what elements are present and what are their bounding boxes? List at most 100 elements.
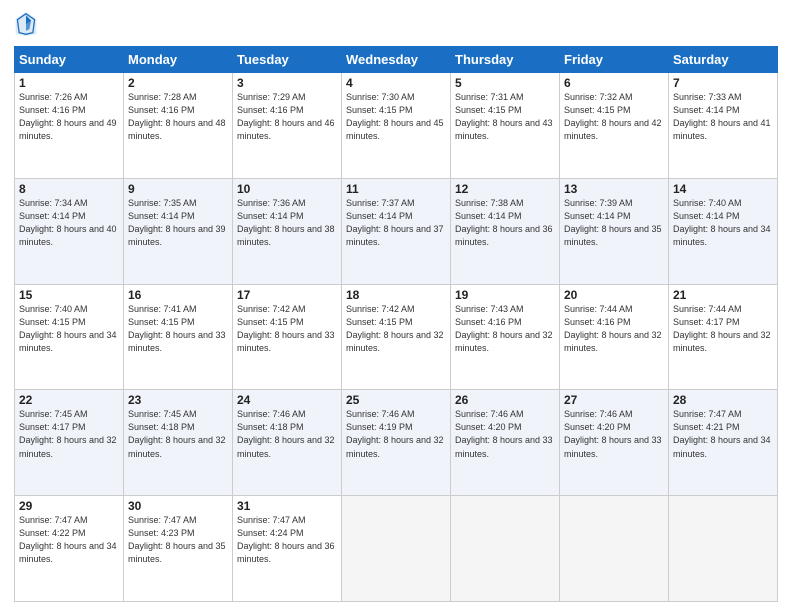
calendar-week-row: 15Sunrise: 7:40 AMSunset: 4:15 PMDayligh… <box>15 284 778 390</box>
calendar-cell: 8Sunrise: 7:34 AMSunset: 4:14 PMDaylight… <box>15 178 124 284</box>
calendar-cell: 13Sunrise: 7:39 AMSunset: 4:14 PMDayligh… <box>560 178 669 284</box>
cell-info: Sunrise: 7:32 AMSunset: 4:15 PMDaylight:… <box>564 91 664 143</box>
calendar-cell: 21Sunrise: 7:44 AMSunset: 4:17 PMDayligh… <box>669 284 778 390</box>
cell-info: Sunrise: 7:40 AMSunset: 4:15 PMDaylight:… <box>19 303 119 355</box>
calendar-cell: 30Sunrise: 7:47 AMSunset: 4:23 PMDayligh… <box>124 496 233 602</box>
calendar-cell: 6Sunrise: 7:32 AMSunset: 4:15 PMDaylight… <box>560 73 669 179</box>
col-header-wednesday: Wednesday <box>342 47 451 73</box>
cell-info: Sunrise: 7:44 AMSunset: 4:17 PMDaylight:… <box>673 303 773 355</box>
day-number: 31 <box>237 499 337 513</box>
day-number: 13 <box>564 182 664 196</box>
calendar-cell: 5Sunrise: 7:31 AMSunset: 4:15 PMDaylight… <box>451 73 560 179</box>
cell-info: Sunrise: 7:42 AMSunset: 4:15 PMDaylight:… <box>346 303 446 355</box>
header <box>14 10 778 38</box>
day-number: 25 <box>346 393 446 407</box>
day-number: 26 <box>455 393 555 407</box>
cell-info: Sunrise: 7:46 AMSunset: 4:19 PMDaylight:… <box>346 408 446 460</box>
cell-info: Sunrise: 7:28 AMSunset: 4:16 PMDaylight:… <box>128 91 228 143</box>
day-number: 27 <box>564 393 664 407</box>
col-header-monday: Monday <box>124 47 233 73</box>
calendar-week-row: 22Sunrise: 7:45 AMSunset: 4:17 PMDayligh… <box>15 390 778 496</box>
day-number: 2 <box>128 76 228 90</box>
calendar-cell: 10Sunrise: 7:36 AMSunset: 4:14 PMDayligh… <box>233 178 342 284</box>
cell-info: Sunrise: 7:30 AMSunset: 4:15 PMDaylight:… <box>346 91 446 143</box>
calendar-cell: 19Sunrise: 7:43 AMSunset: 4:16 PMDayligh… <box>451 284 560 390</box>
calendar-cell: 14Sunrise: 7:40 AMSunset: 4:14 PMDayligh… <box>669 178 778 284</box>
cell-info: Sunrise: 7:29 AMSunset: 4:16 PMDaylight:… <box>237 91 337 143</box>
day-number: 11 <box>346 182 446 196</box>
calendar-cell: 2Sunrise: 7:28 AMSunset: 4:16 PMDaylight… <box>124 73 233 179</box>
logo <box>14 10 40 38</box>
cell-info: Sunrise: 7:33 AMSunset: 4:14 PMDaylight:… <box>673 91 773 143</box>
cell-info: Sunrise: 7:47 AMSunset: 4:24 PMDaylight:… <box>237 514 337 566</box>
day-number: 4 <box>346 76 446 90</box>
calendar-cell: 1Sunrise: 7:26 AMSunset: 4:16 PMDaylight… <box>15 73 124 179</box>
cell-info: Sunrise: 7:47 AMSunset: 4:21 PMDaylight:… <box>673 408 773 460</box>
day-number: 23 <box>128 393 228 407</box>
calendar-cell: 11Sunrise: 7:37 AMSunset: 4:14 PMDayligh… <box>342 178 451 284</box>
cell-info: Sunrise: 7:44 AMSunset: 4:16 PMDaylight:… <box>564 303 664 355</box>
day-number: 12 <box>455 182 555 196</box>
cell-info: Sunrise: 7:46 AMSunset: 4:20 PMDaylight:… <box>564 408 664 460</box>
col-header-saturday: Saturday <box>669 47 778 73</box>
day-number: 3 <box>237 76 337 90</box>
col-header-friday: Friday <box>560 47 669 73</box>
cell-info: Sunrise: 7:47 AMSunset: 4:22 PMDaylight:… <box>19 514 119 566</box>
page: SundayMondayTuesdayWednesdayThursdayFrid… <box>0 0 792 612</box>
calendar-cell: 29Sunrise: 7:47 AMSunset: 4:22 PMDayligh… <box>15 496 124 602</box>
calendar-cell: 18Sunrise: 7:42 AMSunset: 4:15 PMDayligh… <box>342 284 451 390</box>
day-number: 19 <box>455 288 555 302</box>
calendar-week-row: 1Sunrise: 7:26 AMSunset: 4:16 PMDaylight… <box>15 73 778 179</box>
day-number: 5 <box>455 76 555 90</box>
day-number: 20 <box>564 288 664 302</box>
cell-info: Sunrise: 7:26 AMSunset: 4:16 PMDaylight:… <box>19 91 119 143</box>
day-number: 7 <box>673 76 773 90</box>
cell-info: Sunrise: 7:34 AMSunset: 4:14 PMDaylight:… <box>19 197 119 249</box>
calendar-week-row: 8Sunrise: 7:34 AMSunset: 4:14 PMDaylight… <box>15 178 778 284</box>
cell-info: Sunrise: 7:38 AMSunset: 4:14 PMDaylight:… <box>455 197 555 249</box>
cell-info: Sunrise: 7:45 AMSunset: 4:17 PMDaylight:… <box>19 408 119 460</box>
calendar-cell: 12Sunrise: 7:38 AMSunset: 4:14 PMDayligh… <box>451 178 560 284</box>
cell-info: Sunrise: 7:43 AMSunset: 4:16 PMDaylight:… <box>455 303 555 355</box>
calendar-cell <box>342 496 451 602</box>
cell-info: Sunrise: 7:31 AMSunset: 4:15 PMDaylight:… <box>455 91 555 143</box>
col-header-tuesday: Tuesday <box>233 47 342 73</box>
day-number: 9 <box>128 182 228 196</box>
calendar-cell: 4Sunrise: 7:30 AMSunset: 4:15 PMDaylight… <box>342 73 451 179</box>
calendar-cell: 20Sunrise: 7:44 AMSunset: 4:16 PMDayligh… <box>560 284 669 390</box>
cell-info: Sunrise: 7:46 AMSunset: 4:18 PMDaylight:… <box>237 408 337 460</box>
day-number: 22 <box>19 393 119 407</box>
day-number: 10 <box>237 182 337 196</box>
day-number: 1 <box>19 76 119 90</box>
calendar-cell <box>669 496 778 602</box>
day-number: 29 <box>19 499 119 513</box>
cell-info: Sunrise: 7:42 AMSunset: 4:15 PMDaylight:… <box>237 303 337 355</box>
logo-icon <box>14 10 38 38</box>
calendar-cell: 24Sunrise: 7:46 AMSunset: 4:18 PMDayligh… <box>233 390 342 496</box>
col-header-sunday: Sunday <box>15 47 124 73</box>
cell-info: Sunrise: 7:40 AMSunset: 4:14 PMDaylight:… <box>673 197 773 249</box>
day-number: 8 <box>19 182 119 196</box>
calendar-cell: 26Sunrise: 7:46 AMSunset: 4:20 PMDayligh… <box>451 390 560 496</box>
calendar-cell: 23Sunrise: 7:45 AMSunset: 4:18 PMDayligh… <box>124 390 233 496</box>
day-number: 21 <box>673 288 773 302</box>
cell-info: Sunrise: 7:39 AMSunset: 4:14 PMDaylight:… <box>564 197 664 249</box>
day-number: 14 <box>673 182 773 196</box>
calendar-cell: 15Sunrise: 7:40 AMSunset: 4:15 PMDayligh… <box>15 284 124 390</box>
calendar-cell: 17Sunrise: 7:42 AMSunset: 4:15 PMDayligh… <box>233 284 342 390</box>
day-number: 24 <box>237 393 337 407</box>
day-number: 15 <box>19 288 119 302</box>
calendar-cell: 3Sunrise: 7:29 AMSunset: 4:16 PMDaylight… <box>233 73 342 179</box>
day-number: 16 <box>128 288 228 302</box>
cell-info: Sunrise: 7:41 AMSunset: 4:15 PMDaylight:… <box>128 303 228 355</box>
cell-info: Sunrise: 7:36 AMSunset: 4:14 PMDaylight:… <box>237 197 337 249</box>
calendar-cell: 31Sunrise: 7:47 AMSunset: 4:24 PMDayligh… <box>233 496 342 602</box>
calendar-cell: 9Sunrise: 7:35 AMSunset: 4:14 PMDaylight… <box>124 178 233 284</box>
calendar-header-row: SundayMondayTuesdayWednesdayThursdayFrid… <box>15 47 778 73</box>
day-number: 18 <box>346 288 446 302</box>
calendar-cell: 27Sunrise: 7:46 AMSunset: 4:20 PMDayligh… <box>560 390 669 496</box>
cell-info: Sunrise: 7:37 AMSunset: 4:14 PMDaylight:… <box>346 197 446 249</box>
day-number: 30 <box>128 499 228 513</box>
calendar-cell: 25Sunrise: 7:46 AMSunset: 4:19 PMDayligh… <box>342 390 451 496</box>
calendar-table: SundayMondayTuesdayWednesdayThursdayFrid… <box>14 46 778 602</box>
